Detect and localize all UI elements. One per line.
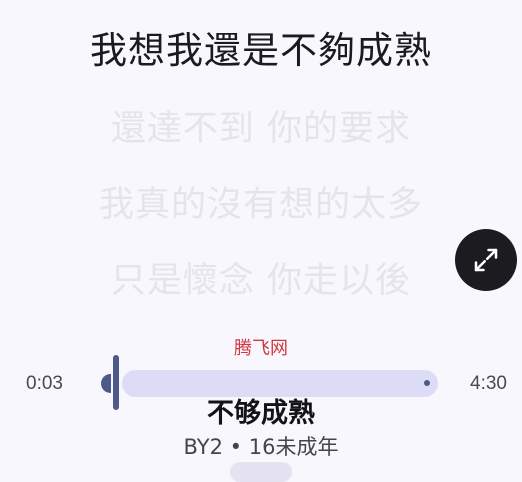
current-lyric-line[interactable]: 我想我還是不夠成熟: [0, 20, 522, 74]
upcoming-lyric-line[interactable]: 只是懷念 你走以後: [0, 252, 522, 303]
song-title: 不够成熟: [207, 398, 315, 429]
progress-end-dot: [424, 380, 430, 386]
fullscreen-lyrics-button[interactable]: [455, 229, 517, 291]
upcoming-lyric-line[interactable]: 還達不到 你的要求: [0, 100, 522, 151]
watermark-text: 腾飞网: [234, 338, 288, 359]
song-artist-album[interactable]: BY2 • 16未成年: [0, 431, 522, 461]
bottom-handle[interactable]: [230, 462, 292, 482]
upcoming-lyric-line[interactable]: 我真的沒有想的太多: [0, 176, 522, 227]
expand-diagonal-icon: [474, 248, 498, 272]
